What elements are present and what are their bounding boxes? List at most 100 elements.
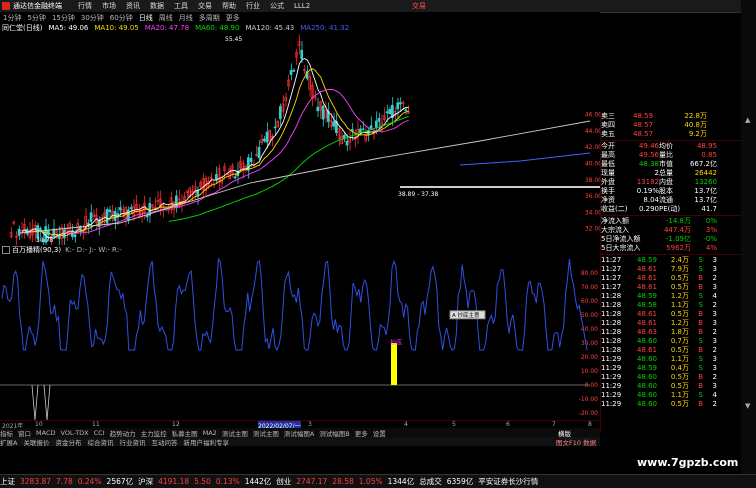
period-bar: 1分钟 5分钟 15分钟 30分钟 60分钟 日线 周线 月线 多周期 更多 xyxy=(0,12,600,23)
time-axis-label: 6 xyxy=(506,421,510,428)
main-price-chart[interactable]: 46.00 44.00 42.00 40.00 38.00 36.00 34.00 32.00… xyxy=(0,33,600,245)
price-tick-label: 32.00 xyxy=(585,226,600,233)
stat-value: 49.46 xyxy=(638,142,659,150)
tick-direction: S xyxy=(698,337,703,345)
tick-volume: 0.5万 xyxy=(670,274,689,282)
osc-tick-label: 80.00 xyxy=(581,270,598,277)
menu-item-5[interactable]: 交易 xyxy=(198,1,212,11)
tick-count: 3 xyxy=(712,382,717,390)
period-tab-1[interactable]: 5分钟 xyxy=(27,13,45,23)
stat-value: 13.7亿 xyxy=(694,187,717,195)
flow-pct: 3% xyxy=(705,226,717,234)
info-tab-4[interactable]: 行业资讯 xyxy=(119,437,145,447)
ma-value-5: MA250: 41.32 xyxy=(300,24,350,32)
menu-item-6[interactable]: 帮助 xyxy=(222,1,236,11)
range-marker-line xyxy=(400,186,600,188)
osc-tick-label: -20.00 xyxy=(579,410,599,417)
status-item-17[interactable]: 平安证券长沙行情 xyxy=(478,476,538,487)
menu-item-1[interactable]: 市场 xyxy=(102,1,116,11)
info-tab-3[interactable]: 综合资讯 xyxy=(87,437,113,447)
tick-volume: 0.7万 xyxy=(670,337,689,345)
candle-body xyxy=(273,126,277,129)
indicator-tab-12[interactable]: 测试幅图B xyxy=(319,428,349,438)
period-tab-9[interactable]: 更多 xyxy=(226,13,240,23)
tick-price: 48.60 xyxy=(636,373,657,381)
indicator-tab-14[interactable]: 设置 xyxy=(373,428,386,438)
period-tab-7[interactable]: 月线 xyxy=(179,13,193,23)
tick-price: 48.59 xyxy=(636,292,657,300)
indicator-tab-10[interactable]: 测试主图 xyxy=(253,428,279,438)
ask-row: 卖三 48.59 22.8万 xyxy=(601,112,742,121)
tick-direction: B xyxy=(698,310,703,318)
period-tab-3[interactable]: 30分钟 xyxy=(81,13,104,23)
oscillator-chart[interactable]: 80.0070.0060.0050.0040.0030.0020.0010.00… xyxy=(0,252,600,420)
tick-direction: B xyxy=(698,346,703,354)
info-tab-5[interactable]: 互动问答 xyxy=(151,437,177,447)
indicator-tab-3[interactable]: VOL-TDX xyxy=(60,429,88,437)
osc-tooltip-text: A 抄底主意 xyxy=(452,311,480,319)
time-axis-label: 10 xyxy=(35,421,43,428)
menu-item-7[interactable]: 行业 xyxy=(246,1,260,11)
indicator-tab-8[interactable]: MA2 xyxy=(203,429,217,437)
scroll-up-icon[interactable]: ▲ xyxy=(745,116,752,124)
period-tab-8[interactable]: 多周期 xyxy=(199,13,220,23)
f10-data-button[interactable]: 图文F10 数据 xyxy=(556,437,596,447)
tick-row: 11:28 48.59 1.2万 S 4 xyxy=(601,292,742,301)
scroll-down-icon[interactable]: ▼ xyxy=(745,402,752,410)
tick-time: 11:27 xyxy=(601,256,622,264)
menu-item-9[interactable]: LLL2 xyxy=(294,2,310,10)
info-tab-1[interactable]: 关联报价 xyxy=(23,437,49,447)
quote-panel: 卖三 48.59 22.8万 卖四 48.57 40.8万 卖五 48.57 9.2万 今开 49.… xyxy=(600,112,742,432)
stat-value: 13.7亿 xyxy=(694,196,717,204)
candle-body xyxy=(233,176,237,179)
menu-item-4[interactable]: 工具 xyxy=(174,1,188,11)
price-tick-label: 34.00 xyxy=(585,209,600,216)
period-tab-2[interactable]: 15分钟 xyxy=(52,13,75,23)
stat-label: 净资 xyxy=(601,196,615,204)
period-tab-0[interactable]: 1分钟 xyxy=(3,13,21,23)
indicator-tab-4[interactable]: CCI xyxy=(94,429,105,437)
ask-price: 48.57 xyxy=(633,130,654,138)
tick-direction: B xyxy=(698,382,703,390)
candle-body xyxy=(289,70,293,75)
period-tab-4[interactable]: 60分钟 xyxy=(110,13,133,23)
tick-price: 48.61 xyxy=(636,319,657,327)
candle-body xyxy=(89,212,93,222)
period-tab-5[interactable]: 日线 xyxy=(139,13,153,23)
tick-row: 11:29 48.60 0.5万 B 2 xyxy=(601,373,742,382)
status-item-8: 0.13% xyxy=(215,477,240,486)
indicator-tab-11[interactable]: 测试幅图A xyxy=(284,428,314,438)
ma-indicator-line: 同仁堂(日线) MA5: 49.06 MA10: 49.05 MA20: 47.78… xyxy=(0,23,430,33)
candle-body xyxy=(279,106,282,120)
menu-item-8[interactable]: 公式 xyxy=(270,1,284,11)
stat-label: 市值 xyxy=(659,160,673,168)
low-price-label: 30.78 xyxy=(36,237,53,244)
info-tab-6[interactable]: 新用户福利专享 xyxy=(183,437,229,447)
vertical-scrollbar[interactable]: ▲ ▼ xyxy=(741,0,756,474)
tick-time: 11:28 xyxy=(601,301,622,309)
candle-body xyxy=(385,111,389,114)
tick-price: 48.61 xyxy=(636,274,657,282)
tick-time: 11:27 xyxy=(601,274,622,282)
ma-value-0: MA5: 49.06 xyxy=(48,24,89,32)
menu-item-2[interactable]: 资讯 xyxy=(126,1,140,11)
indicator-tab-13[interactable]: 更多 xyxy=(355,428,368,438)
tick-count: 4 xyxy=(712,292,717,300)
indicator-tab-2[interactable]: MACD xyxy=(36,429,55,437)
ask-volume: 22.8万 xyxy=(684,112,707,120)
osc-tick-label: 60.00 xyxy=(581,298,598,305)
menu-item-0[interactable]: 行情 xyxy=(78,1,92,11)
period-tab-6[interactable]: 周线 xyxy=(159,13,173,23)
stat-label: 外盘 xyxy=(601,178,615,186)
flow-value: -14.8万 xyxy=(665,217,691,225)
stat-row: 外盘 13182 内盘 13260 xyxy=(601,178,742,187)
trade-menu-button[interactable]: 交易 xyxy=(412,1,426,11)
osc-tick-label: 70.00 xyxy=(581,284,598,291)
price-tick-label: 46.00 xyxy=(585,112,600,119)
tick-direction: B xyxy=(698,328,703,336)
candle-body xyxy=(263,138,266,142)
info-tab-2[interactable]: 资金分布 xyxy=(55,437,81,447)
range-label: 38.89 - 37.38 xyxy=(398,191,439,198)
menu-item-3[interactable]: 数据 xyxy=(150,1,164,11)
info-tab-0[interactable]: 扩展A xyxy=(0,437,17,447)
